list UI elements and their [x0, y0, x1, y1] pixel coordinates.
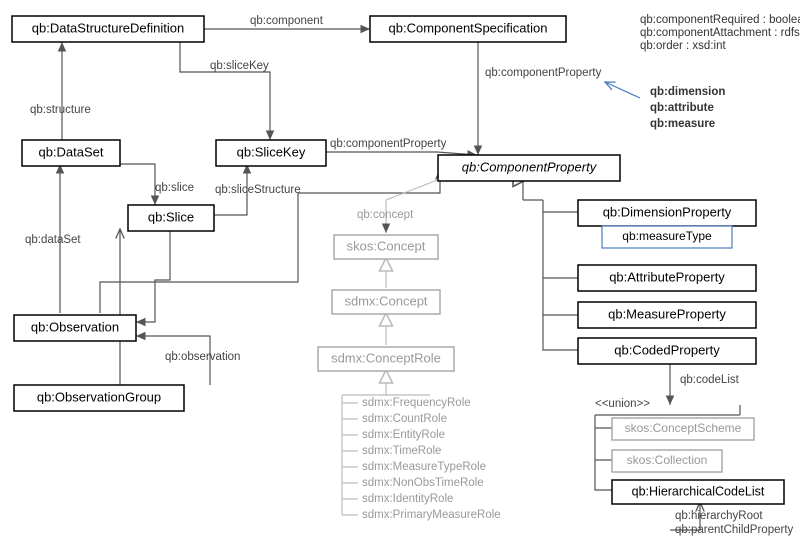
qb-attrprop: qb:AttributeProperty [609, 269, 725, 284]
compspec-attr2: qb:componentAttachment : rdfs:Class [640, 27, 800, 39]
qb-dsd: qb:DataStructureDefinition [32, 20, 184, 35]
union-label: <<union>> [595, 398, 650, 410]
compspec-attr1: qb:componentRequired : boolean [640, 14, 800, 26]
qb-slice: qb:Slice [148, 209, 194, 224]
edge-compprop2: qb:componentProperty [330, 138, 447, 150]
qb-hiercodelist: qb:HierarchicalCodeList [632, 484, 765, 498]
edge-observation: qb:observation [165, 351, 240, 363]
kind-measure: qb:measure [650, 118, 715, 130]
role-4: sdmx:TimeRole [362, 445, 441, 457]
role-8: sdmx:PrimaryMeasureRole [362, 509, 501, 521]
qb-slicekey: qb:SliceKey [237, 144, 306, 159]
edge-structure: qb:structure [30, 104, 91, 116]
edge-concept: qb:concept [357, 209, 414, 221]
role-5: sdmx:MeasureTypeRole [362, 461, 486, 473]
edge-dataset: qb:dataSet [25, 234, 81, 246]
qb-meastype: qb:measureType [622, 229, 712, 243]
sdmx-concept: sdmx:Concept [344, 293, 427, 308]
role-6: sdmx:NonObsTimeRole [362, 477, 484, 489]
skos-collection: skos:Collection [627, 453, 708, 467]
role-2: sdmx:CountRole [362, 413, 447, 425]
skos-concept: skos:Concept [347, 238, 426, 253]
qb-obsgroup: qb:ObservationGroup [37, 389, 161, 404]
skos-conceptscheme: skos:ConceptScheme [625, 421, 742, 435]
qb-codedprop: qb:CodedProperty [614, 342, 720, 357]
kind-attribute: qb:attribute [650, 102, 714, 114]
edge-slice: qb:slice [155, 182, 194, 194]
edge-slicekey: qb:sliceKey [210, 60, 269, 72]
qb-dimprop: qb:DimensionProperty [603, 204, 732, 219]
qb-observation: qb:Observation [31, 319, 119, 334]
role-1: sdmx:FrequencyRole [362, 397, 471, 409]
edge-component: qb:component [250, 15, 324, 27]
role-3: sdmx:EntityRole [362, 429, 445, 441]
kind-dimension: qb:dimension [650, 86, 725, 98]
edge-slicestruct: qb:sliceStructure [215, 184, 301, 196]
roles-list: sdmx:FrequencyRole sdmx:CountRole sdmx:E… [362, 397, 501, 521]
compspec-attr3: qb:order : xsd:int [640, 40, 726, 52]
qb-dataset: qb:DataSet [38, 144, 103, 159]
qb-measprop: qb:MeasureProperty [608, 306, 726, 321]
role-7: sdmx:IdentityRole [362, 493, 453, 505]
edge-hierroot: qb:hierarchyRoot [675, 510, 763, 522]
sdmx-conceptrole: sdmx:ConceptRole [331, 350, 441, 365]
qb-compprop: qb:ComponentProperty [462, 159, 598, 174]
edge-codelist: qb:codeList [680, 374, 740, 386]
edge-parentchild: qb:parentChildProperty [675, 524, 794, 536]
qb-compspec: qb:ComponentSpecification [389, 20, 548, 35]
edge-compprop1: qb:componentProperty [485, 67, 602, 79]
